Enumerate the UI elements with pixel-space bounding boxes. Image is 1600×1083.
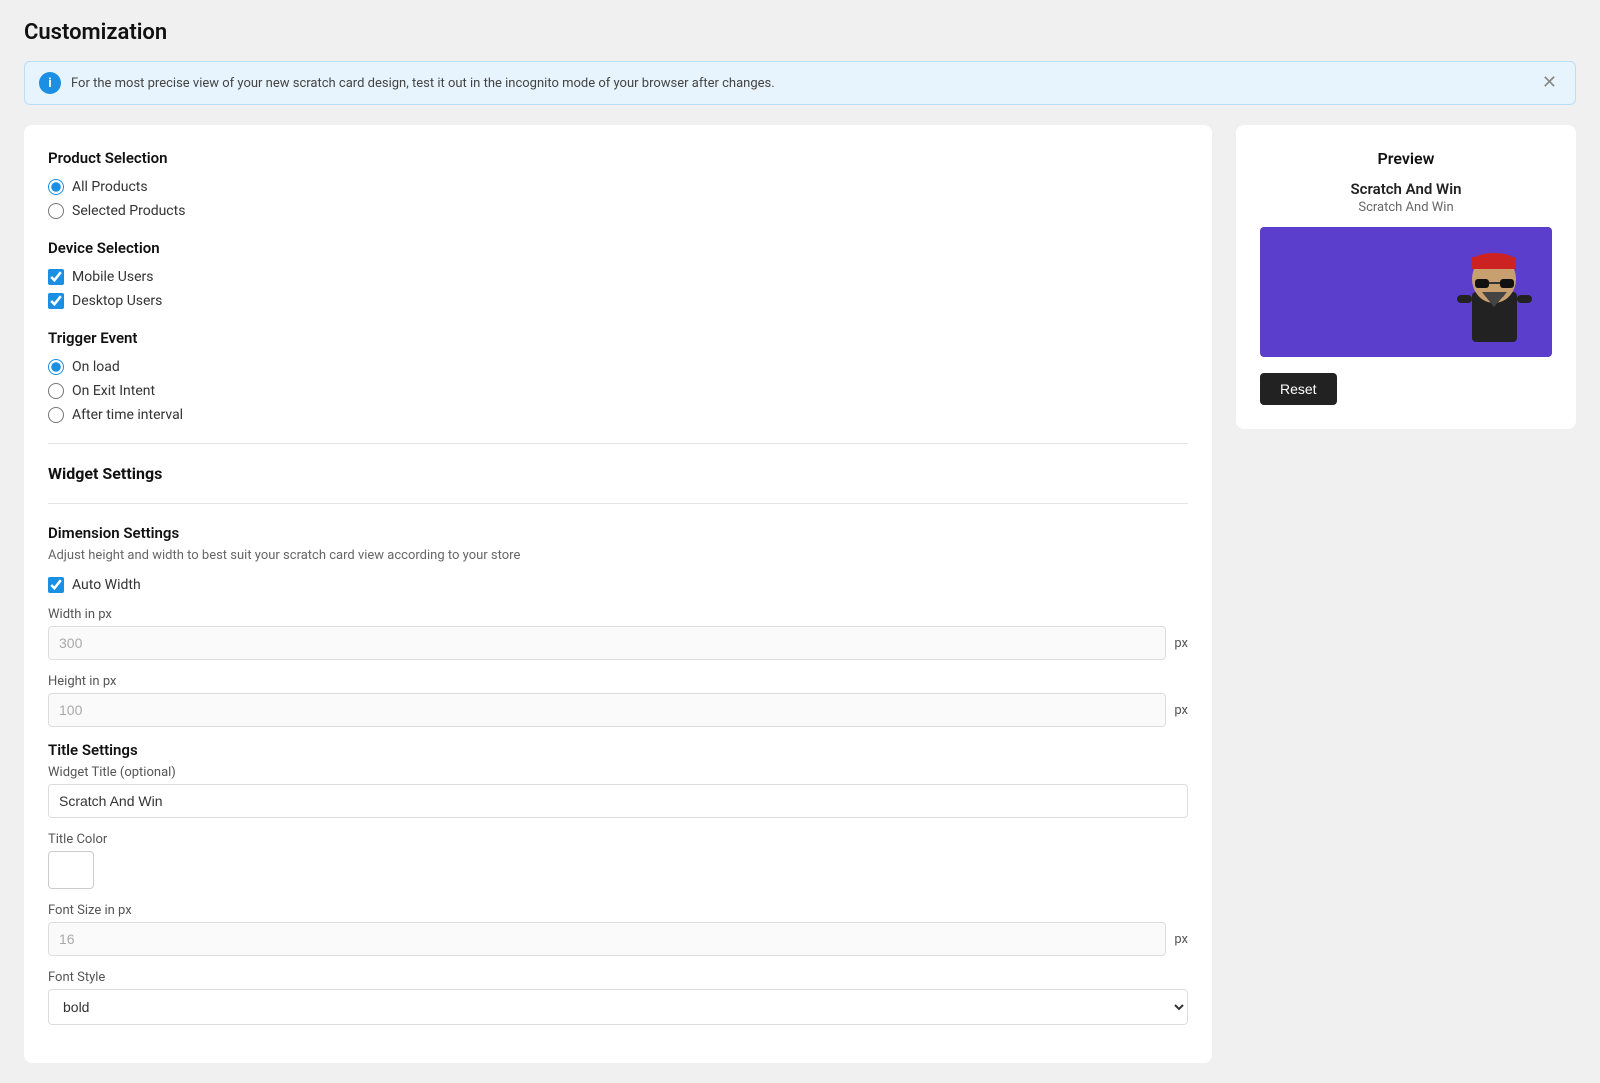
widget-divider [48,503,1188,504]
info-icon: i [39,72,61,94]
left-panel: Product Selection All Products Selected … [24,125,1212,1063]
after-time-interval-radio[interactable] [48,407,64,423]
on-load-label: On load [72,359,120,375]
on-load-option[interactable]: On load [48,359,1188,375]
all-products-label: All Products [72,179,148,195]
auto-width-row: Auto Width [48,577,1188,593]
width-suffix: px [1174,636,1188,651]
section-divider [48,443,1188,444]
font-size-row: px [48,922,1188,956]
auto-width-checkbox[interactable] [48,577,64,593]
height-input[interactable] [48,693,1166,727]
height-suffix: px [1174,703,1188,718]
selected-products-option[interactable]: Selected Products [48,203,1188,219]
title-color-swatch[interactable] [48,851,94,889]
info-banner: i For the most precise view of your new … [24,61,1576,105]
widget-settings-title: Widget Settings [48,464,1188,483]
title-settings-title: Title Settings [48,741,1188,759]
preview-character-svg [1457,237,1532,347]
widget-title-input[interactable] [48,784,1188,818]
height-row: px [48,693,1188,727]
preview-image [1260,227,1552,357]
all-products-option[interactable]: All Products [48,179,1188,195]
width-input[interactable] [48,626,1166,660]
font-size-suffix: px [1174,932,1188,947]
mobile-users-label: Mobile Users [72,269,153,285]
height-label: Height in px [48,674,1188,689]
reset-button[interactable]: Reset [1260,373,1337,405]
on-load-radio[interactable] [48,359,64,375]
desktop-users-option[interactable]: Desktop Users [48,293,1188,309]
mobile-users-checkbox[interactable] [48,269,64,285]
font-style-label: Font Style [48,970,1188,985]
all-products-radio[interactable] [48,179,64,195]
desktop-users-checkbox[interactable] [48,293,64,309]
after-time-interval-label: After time interval [72,407,183,423]
on-exit-intent-option[interactable]: On Exit Intent [48,383,1188,399]
on-exit-intent-label: On Exit Intent [72,383,155,399]
width-row: px [48,626,1188,660]
device-selection-title: Device Selection [48,239,1188,257]
mobile-users-option[interactable]: Mobile Users [48,269,1188,285]
after-time-interval-option[interactable]: After time interval [48,407,1188,423]
banner-text: For the most precise view of your new sc… [71,76,1538,91]
on-exit-intent-radio[interactable] [48,383,64,399]
font-size-input[interactable] [48,922,1166,956]
desktop-users-label: Desktop Users [72,293,162,309]
title-color-label: Title Color [48,832,1188,847]
selected-products-radio[interactable] [48,203,64,219]
preview-panel: Preview Scratch And Win Scratch And Win [1236,125,1576,429]
font-size-label: Font Size in px [48,903,1188,918]
main-layout: Product Selection All Products Selected … [24,125,1576,1063]
preview-card-name: Scratch And Win [1260,180,1552,198]
width-label: Width in px [48,607,1188,622]
preview-card-subtitle: Scratch And Win [1260,200,1552,215]
selected-products-label: Selected Products [72,203,185,219]
trigger-event-title: Trigger Event [48,329,1188,347]
trigger-event-group: On load On Exit Intent After time interv… [48,359,1188,423]
device-selection-group: Mobile Users Desktop Users [48,269,1188,309]
dimension-settings-desc: Adjust height and width to best suit you… [48,548,1188,563]
product-selection-group: All Products Selected Products [48,179,1188,219]
font-style-select[interactable]: bold normal italic light [48,989,1188,1025]
widget-title-label: Widget Title (optional) [48,765,1188,780]
dimension-settings-title: Dimension Settings [48,524,1188,542]
product-selection-title: Product Selection [48,149,1188,167]
preview-title: Preview [1260,149,1552,168]
close-icon[interactable]: ✕ [1538,72,1561,94]
page-title: Customization [24,20,1576,45]
auto-width-label[interactable]: Auto Width [72,577,141,593]
